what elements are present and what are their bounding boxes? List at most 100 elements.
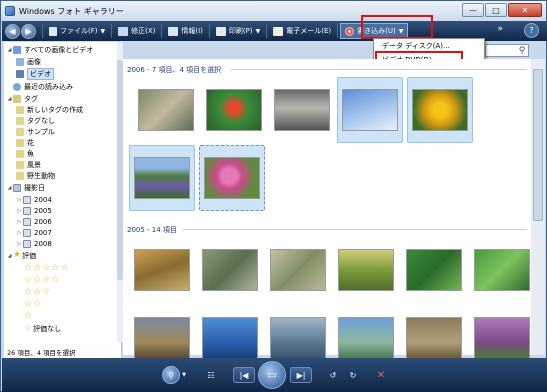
maximize-button[interactable]: □ (485, 3, 507, 17)
tree-item-tags[interactable]: ◢ タグ (6, 93, 38, 104)
star-icon: ☆ (24, 275, 33, 285)
photo-thumbnail[interactable] (265, 237, 331, 303)
photo-thumbnail-selected[interactable] (129, 145, 195, 211)
rating-5-stars[interactable]: ☆ ☆ ☆ ☆ ☆ (24, 263, 69, 274)
fix-icon (118, 26, 129, 36)
photo-thumbnail-focused[interactable] (199, 145, 265, 211)
rotate-left-button[interactable]: ↺ (326, 368, 340, 382)
photo-gallery-window: Windows フォト ギャラリー — □ ✕ ◀ ▶ ファイル(F) ▼ 修正… (0, 0, 547, 392)
close-button[interactable]: ✕ (508, 3, 542, 17)
new-tag-icon (16, 105, 24, 114)
photo (270, 249, 326, 291)
video-icon (16, 69, 24, 78)
photo (202, 249, 258, 291)
rating-unrated[interactable]: ☆ 評価なし (24, 323, 61, 334)
slideshow-button[interactable]: ▭ (258, 361, 286, 389)
tree-item-year-2006[interactable]: ▷ 2006 (16, 216, 52, 227)
photo-thumbnail[interactable] (269, 77, 335, 143)
photo (338, 249, 394, 291)
previous-button[interactable]: |◀ (233, 367, 255, 383)
file-icon (49, 26, 57, 36)
minimize-icon: — (469, 5, 477, 15)
tree-item-label: 評価なし (33, 324, 62, 333)
tree-item-landscape[interactable]: 風景 (16, 159, 41, 170)
fix-button[interactable]: 修正(X) (114, 23, 159, 39)
forward-button[interactable]: ▶ (21, 23, 36, 39)
tree-item-untagged[interactable]: タグなし (16, 115, 55, 126)
tree-item-date-taken[interactable]: ◢ 撮影日 (6, 182, 45, 193)
chevron-down-icon: ▼ (255, 27, 261, 35)
gallery-scrollbar[interactable] (531, 59, 545, 355)
next-button[interactable]: ▶| (290, 367, 312, 383)
photo-thumbnail[interactable] (197, 237, 263, 303)
rating-3-stars[interactable]: ☆ ☆ ☆ (24, 287, 51, 298)
title-bar: Windows フォト ギャラリー — □ ✕ (1, 1, 546, 21)
print-menu-button[interactable]: 印刷(P) ▼ (212, 23, 264, 39)
group-header-2005[interactable]: 2005 - 14 項目 (127, 225, 177, 235)
photo-thumbnail-selected[interactable] (407, 77, 473, 143)
rating-2-stars[interactable]: ☆ ☆ (24, 299, 42, 310)
burn-button-highlight (361, 15, 433, 39)
file-menu-button[interactable]: ファイル(F) ▼ (45, 23, 109, 39)
tree-item-wildlife[interactable]: 野生動物 (16, 170, 55, 181)
photo (134, 249, 190, 291)
calendar-icon (23, 239, 31, 248)
tree-item-label: 2008 (34, 239, 52, 248)
group-divider (231, 69, 527, 70)
tree-item-year-2008[interactable]: ▷ 2008 (16, 238, 52, 249)
tree-item-label: 2005 (34, 206, 52, 215)
rating-4-stars[interactable]: ☆ ☆ ☆ ☆ (24, 275, 60, 286)
photo-thumbnail[interactable] (333, 237, 399, 303)
tag-icon (16, 127, 24, 136)
calendar-icon (13, 183, 21, 192)
tree-item-label: 花 (27, 138, 34, 147)
tree-item-label: タグなし (27, 116, 55, 125)
star-rating: ☆ (24, 312, 33, 321)
help-button[interactable]: ? (524, 23, 539, 38)
scrollbar-thumb[interactable] (533, 69, 543, 221)
tree-item-pictures[interactable]: 画像 (16, 56, 41, 67)
photo-thumbnail[interactable] (129, 237, 195, 303)
minimize-button[interactable]: — (462, 3, 484, 17)
zoom-button[interactable]: ⚲ (162, 366, 180, 384)
star-icon: ☆ (24, 311, 33, 321)
toolbar-separator (208, 24, 210, 38)
tree-item-create-tag[interactable]: 新しいタグの作成 (16, 104, 83, 115)
info-button[interactable]: 情報(I) (164, 23, 207, 39)
email-button[interactable]: 電子メール(E) (269, 23, 335, 39)
expand-icon: ▷ (17, 196, 22, 203)
tree-item-recent-imports[interactable]: 最近の読み込み (13, 81, 73, 92)
photo (342, 89, 398, 131)
tree-item-sample[interactable]: サンプル (16, 126, 55, 137)
rotate-right-button[interactable]: ↻ (346, 368, 360, 382)
tree-item-videos[interactable]: ビデオ (16, 67, 54, 80)
photo (204, 157, 260, 199)
tree-item-all-images-videos[interactable]: ◢ すべての画像とビデオ (6, 44, 93, 55)
photo (134, 317, 190, 359)
group-header-2006[interactable]: 2006 - 7 項目、4 項目を選択 (127, 65, 221, 75)
tree-item-flowers[interactable]: 花 (16, 137, 34, 148)
photo-thumbnail[interactable] (469, 237, 535, 303)
photo-thumbnail[interactable] (133, 77, 199, 143)
expand-icon: ▷ (17, 229, 22, 236)
tree-item-fish[interactable]: 魚 (16, 148, 34, 159)
table-view-button[interactable]: ☷ (204, 368, 218, 382)
tree-item-year-2004[interactable]: ▷ 2004 (16, 194, 52, 205)
forward-arrow-icon: ▶ (25, 26, 32, 36)
photo-thumbnail[interactable] (201, 77, 267, 143)
rating-1-star[interactable]: ☆ (24, 311, 33, 322)
search-icon[interactable]: ⚲ (516, 44, 528, 57)
tag-icon (16, 116, 24, 125)
delete-button[interactable]: ✕ (374, 368, 388, 382)
tree-item-year-2005[interactable]: ▷ 2005 (16, 205, 52, 216)
back-button[interactable]: ◀ (5, 23, 20, 39)
zoom-dropdown[interactable]: ▼ (180, 370, 188, 380)
tree-item-label: サンプル (27, 127, 55, 136)
tree-item-label: 2004 (34, 195, 52, 204)
more-commands-button[interactable]: » (497, 24, 503, 34)
tree-item-rating[interactable]: ◢ ★ 評価 (6, 250, 37, 261)
photo-thumbnail[interactable] (401, 237, 467, 303)
tree-item-label: 評価 (22, 251, 37, 260)
tree-item-year-2007[interactable]: ▷ 2007 (16, 227, 52, 238)
photo-thumbnail-selected[interactable] (337, 77, 403, 143)
